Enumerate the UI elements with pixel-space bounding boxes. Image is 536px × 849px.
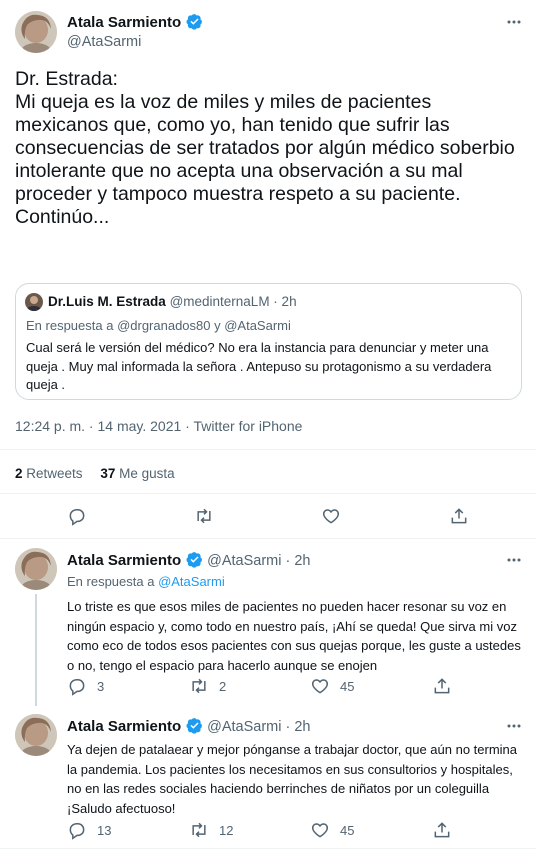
more-options-icon[interactable] bbox=[506, 552, 522, 568]
quoted-author-handle: @medinternaLM · 2h bbox=[169, 294, 297, 309]
divider bbox=[0, 493, 536, 494]
like-action[interactable]: 45 bbox=[310, 676, 354, 696]
tweet-source[interactable]: Twitter for iPhone bbox=[193, 418, 302, 434]
retweet-count: 12 bbox=[219, 822, 234, 838]
quoted-reply-prefix: En respuesta a bbox=[26, 318, 118, 333]
more-options-icon[interactable] bbox=[506, 718, 522, 734]
quoted-tweet[interactable]: Dr.Luis M. Estrada @medinternaLM · 2h En… bbox=[15, 283, 522, 400]
reply-author-name[interactable]: Atala Sarmiento bbox=[67, 552, 181, 569]
thread-line bbox=[35, 594, 37, 706]
retweets-stat[interactable]: 2 Retweets bbox=[15, 466, 86, 481]
divider bbox=[0, 538, 536, 539]
reply-author-handle[interactable]: @AtaSarmi · 2h bbox=[207, 719, 310, 735]
tweet-timestamp[interactable]: 12:24 p. m. · 14 may. 2021 · bbox=[15, 418, 193, 434]
verified-badge-icon bbox=[186, 718, 202, 734]
divider bbox=[0, 449, 536, 450]
reply-icon bbox=[69, 823, 85, 840]
likes-count: 37 bbox=[100, 466, 116, 481]
reply-text: Lo triste es que esos miles de pacientes… bbox=[67, 599, 521, 673]
like-count: 45 bbox=[340, 822, 355, 838]
reply-count: 13 bbox=[97, 822, 112, 838]
quoted-tweet-text: Cual será le versión del médico? No era … bbox=[26, 340, 492, 392]
retweet-icon bbox=[192, 822, 206, 838]
retweets-label: Retweets bbox=[26, 466, 83, 481]
reply-text: Ya dejen de patalaear y mejor pónganse a… bbox=[67, 742, 518, 816]
avatar-image bbox=[15, 11, 57, 53]
quoted-author-name: Dr.Luis M. Estrada bbox=[48, 294, 166, 309]
retweets-count: 2 bbox=[15, 466, 23, 481]
reply-avatar[interactable] bbox=[15, 548, 57, 590]
tweet-text: Dr. Estrada: Mi queja es la voz de miles… bbox=[15, 68, 515, 228]
reply-author-handle[interactable]: @AtaSarmi · 2h bbox=[207, 553, 310, 569]
verified-badge-icon bbox=[186, 552, 202, 568]
quoted-avatar bbox=[25, 293, 43, 311]
like-icon[interactable] bbox=[321, 506, 341, 526]
like-count: 45 bbox=[340, 678, 355, 694]
retweet-icon[interactable] bbox=[194, 506, 214, 526]
like-icon bbox=[311, 823, 329, 838]
verified-badge-icon bbox=[186, 14, 202, 30]
retweet-count: 2 bbox=[219, 678, 227, 694]
retweet-icon bbox=[192, 678, 206, 694]
likes-label: Me gusta bbox=[119, 466, 175, 481]
retweet-action[interactable]: 12 bbox=[189, 820, 233, 840]
quoted-reply-to: @drgranados80 y @AtaSarmi bbox=[117, 318, 291, 333]
like-icon bbox=[311, 679, 329, 694]
reply-icon bbox=[69, 679, 85, 696]
reply-action[interactable]: 13 bbox=[67, 820, 111, 840]
reply-author-name[interactable]: Atala Sarmiento bbox=[67, 718, 181, 735]
retweet-action[interactable]: 2 bbox=[189, 676, 226, 696]
author-name[interactable]: Atala Sarmiento bbox=[67, 14, 181, 31]
reply-count: 3 bbox=[97, 678, 105, 694]
reply-prefix: En respuesta a bbox=[67, 574, 159, 589]
author-handle[interactable]: @AtaSarmi bbox=[67, 34, 141, 50]
avatar[interactable] bbox=[15, 11, 57, 53]
share-icon[interactable] bbox=[432, 676, 452, 696]
likes-stat[interactable]: 37 Me gusta bbox=[100, 466, 174, 481]
reply-to-link[interactable]: @AtaSarmi bbox=[158, 574, 225, 589]
more-options-icon[interactable] bbox=[506, 14, 522, 30]
share-icon[interactable] bbox=[432, 820, 452, 840]
share-icon[interactable] bbox=[449, 506, 469, 526]
reply-action[interactable]: 3 bbox=[67, 676, 104, 696]
like-action[interactable]: 45 bbox=[310, 820, 354, 840]
reply-icon[interactable] bbox=[67, 506, 87, 526]
reply-avatar[interactable] bbox=[15, 714, 57, 756]
